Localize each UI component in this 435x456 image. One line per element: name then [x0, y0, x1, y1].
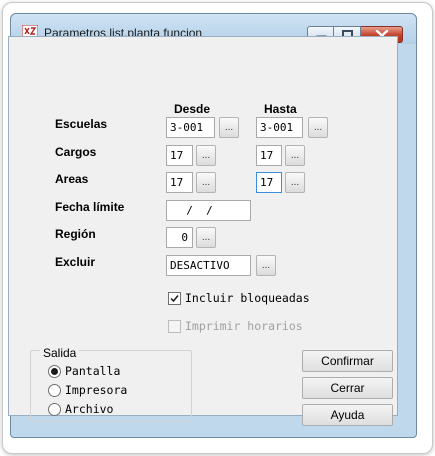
- cargos-label: Cargos: [55, 145, 97, 159]
- areas-label: Areas: [55, 172, 89, 186]
- radio-selected-dot: [51, 368, 58, 375]
- impresora-radio[interactable]: [48, 384, 61, 397]
- cargos-hasta-input[interactable]: 17: [256, 145, 282, 166]
- fecha-limite-label: Fecha límite: [55, 200, 125, 214]
- escuelas-desde-browse-button[interactable]: ...: [219, 117, 239, 138]
- imprimir-horarios-label: Imprimir horarios: [185, 319, 303, 333]
- areas-hasta-browse-button[interactable]: ...: [285, 172, 305, 193]
- ayuda-button[interactable]: Ayuda: [302, 404, 393, 426]
- cerrar-button[interactable]: Cerrar: [302, 377, 393, 399]
- fecha-limite-input[interactable]: / /: [166, 200, 251, 221]
- impresora-radio-label[interactable]: Impresora: [65, 383, 127, 397]
- excluir-input[interactable]: DESACTIVO: [166, 255, 251, 276]
- region-input[interactable]: 0: [166, 227, 193, 248]
- cargos-desde-browse-button[interactable]: ...: [196, 145, 216, 166]
- salida-group-title: Salida: [40, 346, 80, 360]
- cargos-hasta-browse-button[interactable]: ...: [285, 145, 305, 166]
- incluir-bloqueadas-label[interactable]: Incluir bloqueadas: [185, 291, 310, 305]
- archivo-radio[interactable]: [48, 403, 61, 416]
- areas-desde-input[interactable]: 17: [166, 172, 193, 193]
- desde-header: Desde: [174, 102, 211, 116]
- escuelas-desde-input[interactable]: 3-001: [166, 117, 215, 138]
- escuelas-label: Escuelas: [55, 117, 108, 131]
- confirmar-button[interactable]: Confirmar: [302, 350, 393, 372]
- region-browse-button[interactable]: ...: [196, 227, 216, 248]
- areas-desde-browse-button[interactable]: ...: [196, 172, 216, 193]
- escuelas-hasta-input[interactable]: 3-001: [256, 117, 303, 138]
- region-label: Región: [55, 227, 96, 241]
- incluir-bloqueadas-checkbox[interactable]: [168, 292, 181, 305]
- imprimir-horarios-checkbox[interactable]: [168, 320, 181, 333]
- areas-hasta-input[interactable]: 17: [256, 172, 282, 193]
- cargos-desde-input[interactable]: 17: [166, 145, 193, 166]
- excluir-label: Excluir: [55, 255, 96, 269]
- pantalla-radio-label[interactable]: Pantalla: [65, 364, 120, 378]
- escuelas-hasta-browse-button[interactable]: ...: [308, 117, 328, 138]
- checkmark-icon: [170, 295, 179, 303]
- hasta-header: Hasta: [264, 102, 297, 116]
- excluir-browse-button[interactable]: ...: [256, 255, 276, 276]
- pantalla-radio[interactable]: [48, 365, 61, 378]
- archivo-radio-label[interactable]: Archivo: [65, 402, 113, 416]
